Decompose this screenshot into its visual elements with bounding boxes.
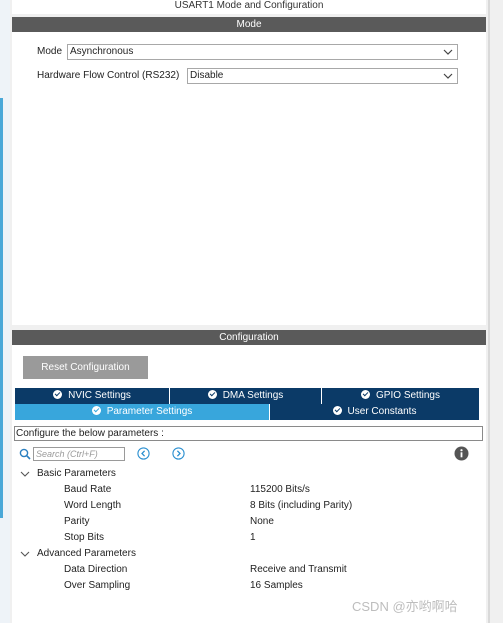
- chevron-down-icon[interactable]: [20, 549, 30, 559]
- tab-parameter-label: Parameter Settings: [106, 406, 193, 417]
- flow-control-value: Disable: [190, 70, 224, 81]
- search-icon[interactable]: [19, 448, 31, 460]
- mode-select[interactable]: Asynchronous: [67, 44, 458, 60]
- check-circle-icon: [361, 389, 371, 399]
- tab-user-constants-label: User Constants: [347, 406, 417, 417]
- chevron-down-icon: [443, 73, 453, 79]
- flow-control-label: Hardware Flow Control (RS232): [37, 70, 180, 81]
- splitter-handle[interactable]: [488, 0, 490, 623]
- info-icon[interactable]: [454, 446, 469, 461]
- tab-parameter-settings[interactable]: Parameter Settings: [15, 404, 270, 420]
- param-name: Baud Rate: [64, 484, 112, 495]
- param-name: Parity: [64, 516, 90, 527]
- param-name: Stop Bits: [64, 532, 105, 543]
- tab-user-constants[interactable]: User Constants: [270, 404, 480, 420]
- tab-gpio-label: GPIO Settings: [376, 390, 440, 401]
- previous-result-icon[interactable]: [137, 447, 150, 460]
- tab-gpio-settings[interactable]: GPIO Settings: [322, 388, 480, 404]
- param-value[interactable]: 115200 Bits/s: [250, 482, 310, 498]
- param-value[interactable]: 1: [250, 530, 256, 546]
- tab-nvic-label: NVIC Settings: [68, 390, 131, 401]
- check-circle-icon: [91, 405, 101, 415]
- configuration-section-header: Configuration: [12, 330, 486, 345]
- param-name: Data Direction: [64, 564, 128, 575]
- mode-select-value: Asynchronous: [70, 46, 134, 57]
- param-value[interactable]: 16 Samples: [250, 578, 303, 594]
- reset-configuration-button[interactable]: Reset Configuration: [23, 356, 148, 379]
- panel-title: USART1 Mode and Configuration: [12, 0, 486, 14]
- param-name: Over Sampling: [64, 580, 131, 591]
- left-accent-strip: [0, 98, 3, 518]
- param-value[interactable]: Receive and Transmit: [250, 562, 347, 578]
- chevron-down-icon: [443, 49, 453, 55]
- parameters-hint: Configure the below parameters :: [14, 426, 483, 441]
- mode-panel: [12, 17, 486, 325]
- tab-nvic-settings[interactable]: NVIC Settings: [15, 388, 170, 404]
- mode-label: Mode: [37, 46, 63, 57]
- watermark: CSDN @亦哟啊哈: [352, 599, 458, 614]
- param-value[interactable]: None: [250, 514, 274, 530]
- search-input[interactable]: Search (Ctrl+F): [33, 447, 125, 461]
- next-result-icon[interactable]: [172, 447, 185, 460]
- chevron-down-icon[interactable]: [20, 469, 30, 479]
- group-advanced-parameters[interactable]: Advanced Parameters: [37, 546, 136, 562]
- group-basic-parameters[interactable]: Basic Parameters: [37, 466, 116, 482]
- flow-control-select[interactable]: Disable: [187, 68, 458, 84]
- tab-dma-label: DMA Settings: [222, 390, 284, 401]
- param-value[interactable]: 8 Bits (including Parity): [250, 498, 352, 514]
- check-circle-icon: [207, 389, 217, 399]
- check-circle-icon: [332, 405, 342, 415]
- param-name: Word Length: [64, 500, 122, 511]
- mode-section-header: Mode: [12, 17, 486, 32]
- tab-dma-settings[interactable]: DMA Settings: [170, 388, 322, 404]
- check-circle-icon: [53, 389, 63, 399]
